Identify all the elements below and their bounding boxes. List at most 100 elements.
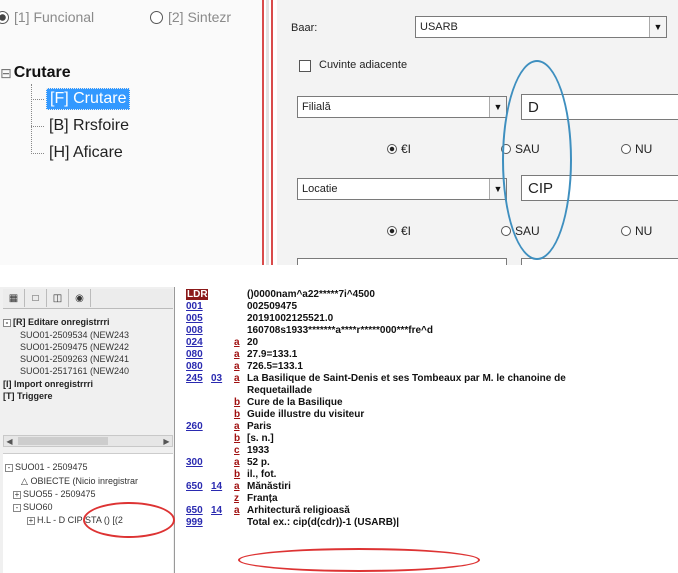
marc-tag[interactable]: 650 (186, 505, 208, 516)
option-or[interactable]: SAU (501, 142, 540, 156)
marc-field-value[interactable]: 160708s1933*******a****r*****000***fre^d (247, 325, 433, 336)
marc-field-value[interactable]: 726.5=133.1 (247, 361, 303, 372)
marc-field-row[interactable]: 650 14 a Arhitectură religioasă (177, 505, 678, 516)
collapse-icon[interactable]: - (3, 318, 11, 327)
marc-field-row[interactable]: b Guide illustre du visiteur (177, 409, 678, 420)
marc-indicators[interactable]: 14 (211, 481, 227, 492)
marc-subfield-code[interactable]: b (234, 397, 240, 408)
adjacent-words-checkbox[interactable] (299, 60, 311, 72)
marc-tag[interactable]: 080 (186, 349, 208, 360)
marc-field-value[interactable]: 20191002125521.0 (247, 313, 333, 324)
dropdown-arrow-icon[interactable]: ▼ (489, 97, 506, 117)
marc-tag[interactable]: 245 (186, 373, 208, 384)
field2-select[interactable]: Locatie ▼ (297, 178, 507, 200)
copy-icon[interactable]: ◫ (47, 289, 69, 307)
tree-item-record[interactable]: SUO01-2509263 (NEW241 (20, 354, 129, 364)
tree-item-suo60[interactable]: - SUO60 (13, 502, 53, 512)
dropdown-arrow-icon[interactable]: ▼ (489, 179, 506, 199)
marc-field-value[interactable]: Requetaillade (247, 385, 312, 396)
marc-field-value[interactable]: 20 (247, 337, 258, 348)
marc-subfield-code[interactable]: a (234, 337, 240, 348)
marc-subfield-code[interactable]: b (234, 433, 240, 444)
marc-subfield-code[interactable]: a (234, 457, 240, 468)
marc-subfield-code[interactable]: b (234, 469, 240, 480)
marc-field-row[interactable]: 001 002509475 (177, 301, 678, 312)
marc-subfield-code[interactable]: c (234, 445, 240, 456)
mode-radio-synthesis[interactable]: [2] Sintezr (150, 9, 231, 25)
option-or[interactable]: SAU (501, 224, 540, 238)
marc-field-value[interactable]: 52 p. (247, 457, 270, 468)
tree-item-search[interactable]: [F] Crutare (31, 88, 131, 110)
marc-field-value[interactable]: 1933 (247, 445, 269, 456)
marc-subfield-code[interactable]: a (234, 361, 240, 372)
tree-item-record[interactable]: SUO01-2509475 (NEW242 (20, 342, 129, 352)
mode-radio-functional[interactable]: [1] Funcional (0, 9, 94, 25)
expand-icon[interactable]: + (13, 490, 21, 499)
marc-field-row[interactable]: b [s. n.] (177, 433, 678, 444)
field2-input[interactable]: CIP (521, 175, 678, 201)
marc-field-row[interactable]: 080 a 726.5=133.1 (177, 361, 678, 372)
record-icon[interactable]: ▦ (3, 289, 25, 307)
horizontal-scrollbar[interactable]: ◀ ▶ (3, 435, 173, 447)
tree-root-search[interactable]: ⊟ Crutare (0, 64, 71, 82)
marc-field-row[interactable]: c 1933 (177, 445, 678, 456)
collapse-icon[interactable]: - (5, 463, 13, 472)
marc-tag[interactable]: 080 (186, 361, 208, 372)
marc-subfield-code[interactable]: z (234, 493, 239, 504)
marc-field-row[interactable]: b il., fot. (177, 469, 678, 480)
option-and[interactable]: €I (387, 142, 411, 156)
document-icon[interactable]: □ (25, 289, 47, 307)
marc-tag[interactable]: LDR (186, 289, 208, 300)
marc-field-row[interactable]: 008 160708s1933*******a****r*****000***fr… (177, 325, 678, 336)
option-not[interactable]: NU (621, 142, 652, 156)
field1-input[interactable]: D (521, 94, 678, 120)
marc-subfield-code[interactable]: a (234, 373, 240, 384)
tree-item-suo55[interactable]: + SUO55 - 2509475 (13, 489, 96, 499)
marc-field-row[interactable]: z Franța (177, 493, 678, 504)
tree-item-record[interactable]: SUO01-2509534 (NEW243 (20, 330, 129, 340)
tree-item-browse[interactable]: [B] Rrsfoire (31, 115, 132, 137)
marc-tag[interactable]: 999 (186, 517, 208, 528)
marc-tag[interactable]: 008 (186, 325, 208, 336)
marc-subfield-code[interactable]: a (234, 505, 240, 516)
collapse-icon[interactable]: ⊟ (0, 65, 12, 82)
marc-subfield-code[interactable]: b (234, 409, 240, 420)
marc-field-value[interactable]: il., fot. (247, 469, 276, 480)
marc-field-value[interactable]: 002509475 (247, 301, 297, 312)
marc-field-row[interactable]: 300 a 52 p. (177, 457, 678, 468)
marc-field-row[interactable]: 024 a 20 (177, 337, 678, 348)
marc-tag[interactable]: 001 (186, 301, 208, 312)
marc-field-row[interactable]: 999 Total ex.: cip(d(cdr))-1 (USARB)| (177, 517, 678, 528)
scroll-thumb[interactable] (18, 437, 108, 445)
expand-icon[interactable]: + (27, 516, 35, 525)
marc-subfield-code[interactable]: a (234, 421, 240, 432)
marc-field-value[interactable]: [s. n.] (247, 433, 274, 444)
marc-tag[interactable]: 005 (186, 313, 208, 324)
tree-item-holding[interactable]: + H.L - D CIP STA () [(2 (27, 515, 123, 525)
marc-tag[interactable]: 650 (186, 481, 208, 492)
tree-item-record-root[interactable]: - SUO01 - 2509475 (5, 462, 88, 472)
scroll-right-icon[interactable]: ▶ (161, 436, 172, 446)
dropdown-arrow-icon[interactable]: ▼ (649, 17, 666, 37)
marc-field-row[interactable]: b Cure de la Basilique (177, 397, 678, 408)
field3-select[interactable] (297, 258, 507, 265)
marc-field-row[interactable]: 650 14 a Mănăstiri (177, 481, 678, 492)
pane-divider[interactable] (262, 0, 264, 265)
marc-field-row[interactable]: 260 a Paris (177, 421, 678, 432)
field1-select[interactable]: Filială ▼ (297, 96, 507, 118)
marc-field-row[interactable]: 080 a 27.9=133.1 (177, 349, 678, 360)
option-not[interactable]: NU (621, 224, 652, 238)
option-and[interactable]: €I (387, 224, 411, 238)
field3-input[interactable] (521, 258, 678, 265)
marc-field-row[interactable]: 245 03 a La Basilique de Saint-Denis et ses… (177, 373, 678, 384)
marc-field-value[interactable]: Arhitectură religioasă (247, 505, 350, 516)
marc-indicators[interactable]: 03 (211, 373, 227, 384)
marc-field-value[interactable]: Franța (247, 493, 278, 504)
marc-field-value[interactable]: Paris (247, 421, 271, 432)
marc-field-value[interactable]: Cure de la Basilique (247, 397, 343, 408)
marc-subfield-code[interactable]: a (234, 349, 240, 360)
tree-item-record[interactable]: SUO01-2517161 (NEW240 (20, 366, 129, 376)
marc-indicators[interactable]: 14 (211, 505, 227, 516)
tree-item-objects[interactable]: △ OBIECTE (Nicio inregistrar (21, 476, 138, 487)
marc-field-value[interactable]: Mănăstiri (247, 481, 291, 492)
